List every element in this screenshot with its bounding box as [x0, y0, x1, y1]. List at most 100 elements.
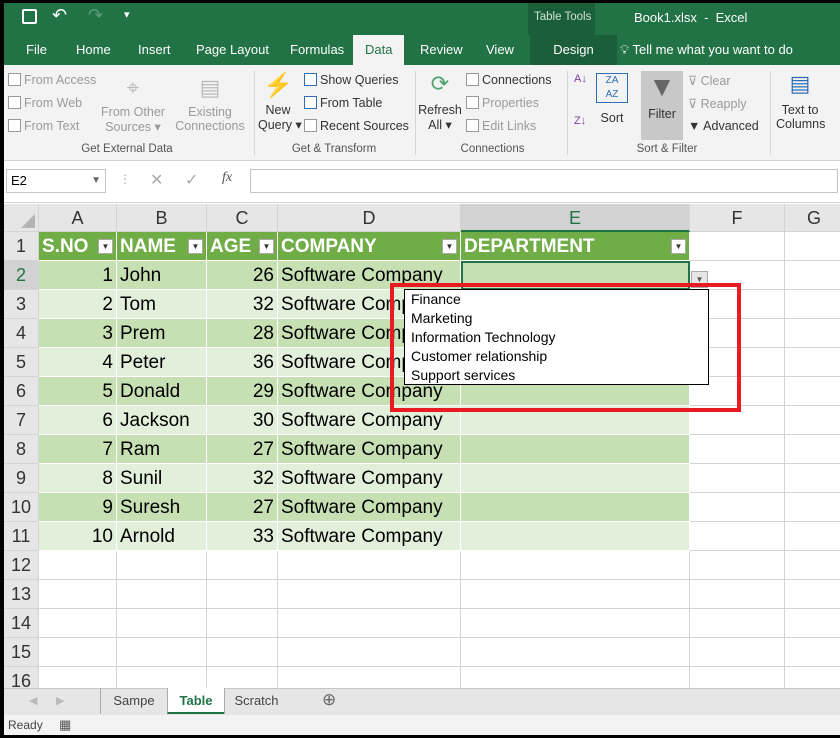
edit-links-button[interactable]: Edit Links [466, 119, 536, 133]
tab-insert[interactable]: Insert [126, 35, 183, 65]
cell-g9[interactable] [785, 464, 840, 493]
cell-b2[interactable]: John [117, 261, 207, 290]
row-header-3[interactable]: 3 [4, 290, 39, 319]
column-header-b[interactable]: B [117, 204, 207, 232]
cell-b15[interactable] [117, 638, 207, 667]
new-query-button[interactable]: ⚡ New Query ▾ [258, 71, 302, 132]
cell-a6[interactable]: 5 [39, 377, 117, 406]
cell-f13[interactable] [690, 580, 785, 609]
cell-g14[interactable] [785, 609, 840, 638]
filter-dropdown-icon[interactable]: ▼ [188, 239, 203, 254]
clear-button[interactable]: ⊽ Clear [688, 73, 731, 88]
cell-a12[interactable] [39, 551, 117, 580]
row-header-13[interactable]: 13 [4, 580, 39, 609]
row-header-4[interactable]: 4 [4, 319, 39, 348]
cell-e1[interactable]: DEPARTMENT ▼ [461, 232, 690, 261]
cell-a10[interactable]: 9 [39, 493, 117, 522]
cell-c10[interactable]: 27 [207, 493, 278, 522]
cell-e15[interactable] [461, 638, 690, 667]
cell-c14[interactable] [207, 609, 278, 638]
sheet-tab-scratch[interactable]: Scratch [224, 688, 288, 714]
cell-a13[interactable] [39, 580, 117, 609]
save-icon[interactable] [22, 9, 37, 24]
column-header-c[interactable]: C [207, 204, 278, 232]
cell-b4[interactable]: Prem [117, 319, 207, 348]
properties-button[interactable]: Properties [466, 96, 539, 110]
column-header-d[interactable]: D [278, 204, 461, 232]
cell-b1[interactable]: NAME ▼ [117, 232, 207, 261]
name-box[interactable]: E2 ▼ [6, 169, 106, 193]
cell-g8[interactable] [785, 435, 840, 464]
undo-icon[interactable]: ↶ [52, 5, 67, 26]
cell-f14[interactable] [690, 609, 785, 638]
sheet-tab-table[interactable]: Table [167, 688, 224, 714]
cancel-icon[interactable]: ✕ [150, 170, 163, 190]
cell-g15[interactable] [785, 638, 840, 667]
cell-d12[interactable] [278, 551, 461, 580]
cell-d1[interactable]: COMPANY ▼ [278, 232, 461, 261]
from-table-button[interactable]: From Table [304, 96, 382, 110]
row-header-10[interactable]: 10 [4, 493, 39, 522]
cell-c3[interactable]: 32 [207, 290, 278, 319]
cell-b12[interactable] [117, 551, 207, 580]
filter-dropdown-icon[interactable]: ▼ [98, 239, 113, 254]
cell-c1[interactable]: AGE ▼ [207, 232, 278, 261]
add-sheet-icon[interactable]: ⊕ [322, 690, 336, 710]
connections-button[interactable]: Connections [466, 73, 552, 87]
cell-g2[interactable] [785, 261, 840, 290]
insert-function-icon[interactable]: fx [222, 170, 232, 186]
row-header-9[interactable]: 9 [4, 464, 39, 493]
cell-c4[interactable]: 28 [207, 319, 278, 348]
column-header-a[interactable]: A [39, 204, 117, 232]
tab-home[interactable]: Home [64, 35, 123, 65]
cell-c15[interactable] [207, 638, 278, 667]
cell-b11[interactable]: Arnold [117, 522, 207, 551]
cell-e13[interactable] [461, 580, 690, 609]
cell-f12[interactable] [690, 551, 785, 580]
cell-d9[interactable]: Software Company [278, 464, 461, 493]
from-access-button[interactable]: From Access [8, 73, 96, 87]
refresh-all-button[interactable]: ⟳ Refresh All ▾ [418, 71, 462, 132]
row-header-1[interactable]: 1 [4, 232, 39, 261]
cell-c6[interactable]: 29 [207, 377, 278, 406]
cell-g4[interactable] [785, 319, 840, 348]
scroll-left-icon[interactable]: ◀ [29, 694, 37, 707]
column-header-g[interactable]: G [785, 204, 840, 232]
filter-dropdown-icon[interactable]: ▼ [671, 239, 686, 254]
cell-g7[interactable] [785, 406, 840, 435]
tab-file[interactable]: File [14, 35, 59, 65]
cell-b13[interactable] [117, 580, 207, 609]
tab-data[interactable]: Data [353, 35, 405, 65]
customize-toolbar-icon[interactable]: ▾ [124, 8, 130, 21]
cell-a2[interactable]: 1 [39, 261, 117, 290]
cell-c12[interactable] [207, 551, 278, 580]
cell-a8[interactable]: 7 [39, 435, 117, 464]
cell-a1[interactable]: S.NO ▼ [39, 232, 117, 261]
advanced-button[interactable]: ▼ Advanced [688, 119, 759, 133]
filter-dropdown-icon[interactable]: ▼ [259, 239, 274, 254]
cell-a7[interactable]: 6 [39, 406, 117, 435]
cell-g11[interactable] [785, 522, 840, 551]
cell-f8[interactable] [690, 435, 785, 464]
sort-button[interactable]: ZA AZ Sort [596, 73, 628, 125]
row-header-8[interactable]: 8 [4, 435, 39, 464]
cell-a4[interactable]: 3 [39, 319, 117, 348]
cell-a9[interactable]: 8 [39, 464, 117, 493]
cell-b3[interactable]: Tom [117, 290, 207, 319]
row-header-7[interactable]: 7 [4, 406, 39, 435]
cell-b10[interactable]: Suresh [117, 493, 207, 522]
tab-page-layout[interactable]: Page Layout [184, 35, 281, 65]
cell-e9[interactable] [461, 464, 690, 493]
cell-d8[interactable]: Software Company [278, 435, 461, 464]
cell-a15[interactable] [39, 638, 117, 667]
cell-g3[interactable] [785, 290, 840, 319]
from-web-button[interactable]: From Web [8, 96, 82, 110]
tab-view[interactable]: View [474, 35, 526, 65]
show-queries-button[interactable]: Show Queries [304, 73, 399, 87]
filter-button[interactable]: ▼ Filter [641, 71, 683, 140]
cell-g13[interactable] [785, 580, 840, 609]
cell-a3[interactable]: 2 [39, 290, 117, 319]
cell-f1[interactable] [690, 232, 785, 261]
cell-d15[interactable] [278, 638, 461, 667]
cell-f15[interactable] [690, 638, 785, 667]
